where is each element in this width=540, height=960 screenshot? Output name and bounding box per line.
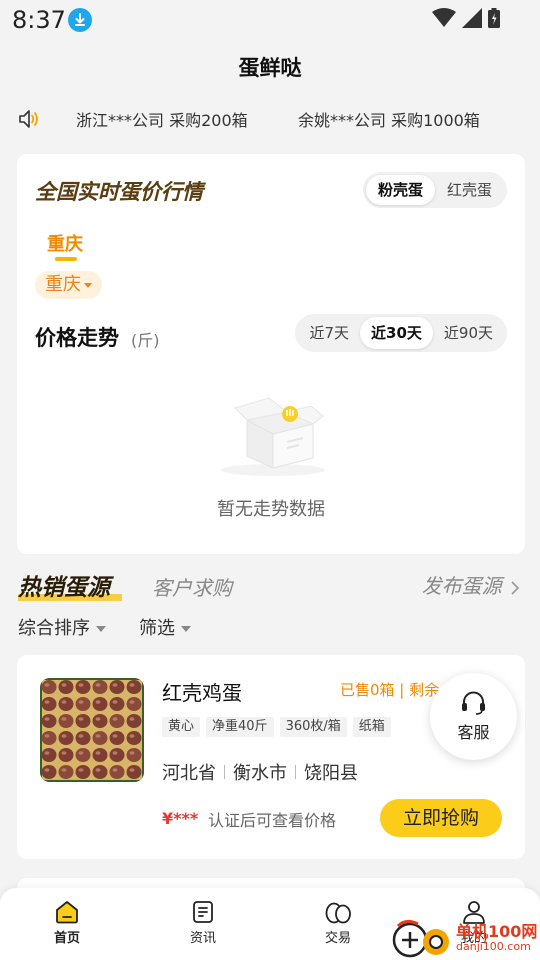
product-location: 河北省 衡水市 饶阳县 [162, 759, 358, 785]
nav-news-label: 资讯 [189, 931, 216, 946]
tab-hot-sources[interactable]: 热销蛋源 [18, 568, 110, 602]
product-image [40, 678, 144, 782]
system-icons [432, 8, 500, 28]
nav-home-label: 首页 [53, 931, 80, 946]
trend-title: 价格走势 [35, 326, 119, 350]
egg-type-red-shell[interactable]: 红壳蛋 [435, 175, 504, 205]
nav-news[interactable]: 资讯 [163, 900, 243, 946]
headset-icon [462, 691, 485, 715]
nav-home[interactable]: 首页 [27, 900, 107, 946]
product-name: 红壳鸡蛋 [162, 681, 242, 705]
range-7-days[interactable]: 近7天 [298, 317, 360, 349]
tab-customer-demand[interactable]: 客户求购 [152, 572, 232, 601]
range-30-days[interactable]: 近30天 [360, 317, 433, 349]
download-icon [68, 8, 92, 32]
product-tag: 净重40斤 [206, 717, 274, 737]
price-hint: 认证后可查看价格 [208, 811, 337, 830]
chevron-right-icon [511, 580, 520, 595]
range-toggle: 近7天 近30天 近90天 [295, 314, 507, 352]
location-city: 衡水市 [233, 763, 287, 784]
buy-now-button[interactable]: 立即抢购 [380, 799, 502, 837]
publish-source-label: 发布蛋源 [421, 574, 502, 598]
filter-label: 筛选 [139, 618, 175, 639]
egg-type-toggle: 粉壳蛋 红壳蛋 [362, 172, 507, 208]
purchase-ticker: 浙江***公司 采购200箱 余姚***公司 采购1000箱 [0, 100, 540, 136]
range-90-days[interactable]: 近90天 [433, 317, 504, 349]
filter-dropdown[interactable]: 筛选 [139, 614, 191, 640]
caret-down-icon [96, 626, 106, 632]
customer-service-button[interactable]: 客服 [430, 673, 517, 760]
status-time: 8:37 [12, 6, 66, 34]
ticker-item: 浙江***公司 采购200箱 [76, 111, 248, 130]
sort-row: 综合排序 筛选 [0, 612, 540, 642]
wifi-icon [432, 8, 456, 27]
product-tag: 360枚/箱 [279, 717, 347, 737]
product-tag: 黄心 [162, 717, 201, 737]
nav-trade-label: 交易 [324, 931, 351, 946]
caret-down-icon [84, 282, 92, 288]
empty-trend-message: 暂无走势数据 [217, 499, 325, 520]
speaker-icon [18, 108, 42, 134]
watermark-logo-icon [392, 919, 449, 958]
status-bar: 8:37 [0, 0, 540, 38]
sort-dropdown[interactable]: 综合排序 [18, 614, 106, 640]
product-tags: 黄心 净重40斤 360枚/箱 纸箱 [162, 717, 391, 737]
trend-unit: (斤) [131, 331, 160, 350]
home-icon [56, 901, 78, 924]
empty-box-icon [213, 390, 333, 484]
news-icon [193, 901, 213, 923]
battery-icon [488, 8, 500, 28]
product-tag: 纸箱 [352, 717, 391, 737]
customer-service-label: 客服 [457, 723, 490, 742]
sold-status: 已售0箱 | 剩余 [340, 681, 440, 699]
masked-price: ¥*** [162, 809, 199, 828]
location-separator [295, 765, 296, 779]
site-watermark: 单机100网 danji100.com [390, 916, 540, 960]
region-dropdown[interactable]: 重庆 [35, 271, 102, 299]
caret-down-icon [181, 626, 191, 632]
region-tab-indicator [55, 257, 77, 261]
watermark-text: 单机100网 [456, 922, 538, 941]
location-province: 河北省 [162, 763, 216, 784]
eggs-icon [325, 902, 351, 924]
nav-trade[interactable]: 交易 [298, 900, 378, 946]
location-county: 饶阳县 [304, 763, 358, 784]
signal-icon [462, 8, 482, 28]
location-separator [224, 765, 225, 779]
ticker-item: 余姚***公司 采购1000箱 [298, 111, 480, 130]
publish-source-link[interactable]: 发布蛋源 [422, 570, 520, 599]
region-tab[interactable]: 重庆 [47, 230, 83, 256]
egg-price-card: 全国实时蛋价行情 粉壳蛋 红壳蛋 重庆 重庆 价格走势 (斤) 近7天 近30天… [17, 154, 525, 554]
sort-label: 综合排序 [18, 618, 90, 639]
app-title: 蛋鲜哒 [238, 56, 302, 80]
watermark-url: danji100.com [456, 940, 531, 953]
region-dropdown-label: 重庆 [45, 274, 81, 295]
egg-type-pink-shell[interactable]: 粉壳蛋 [365, 175, 435, 205]
card-heading: 全国实时蛋价行情 [35, 180, 203, 204]
section-tabs: 热销蛋源 客户求购 发布蛋源 [0, 566, 540, 606]
